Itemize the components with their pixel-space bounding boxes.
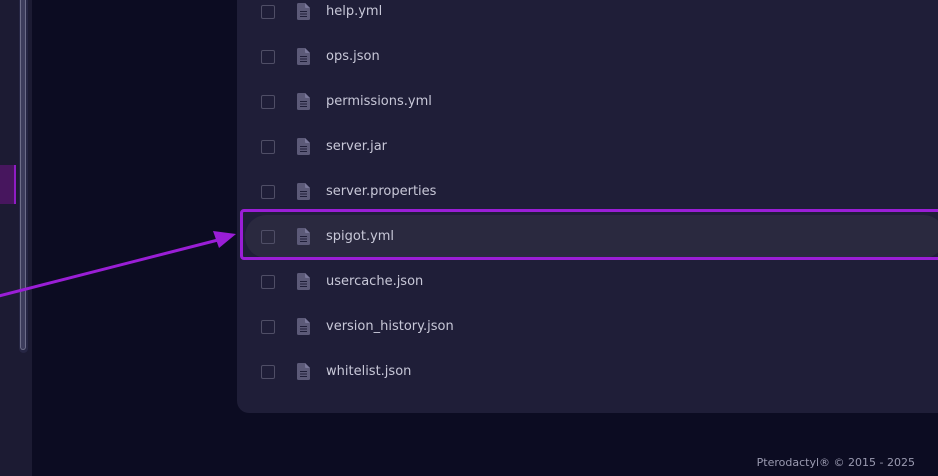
- file-row[interactable]: server.properties: [245, 170, 938, 213]
- file-row[interactable]: permissions.yml: [245, 80, 938, 123]
- file-manager-page: help.yml ops.json permissions.yml server.ja…: [0, 0, 938, 476]
- sidebar-active-item[interactable]: [0, 165, 16, 204]
- file-checkbox[interactable]: [261, 319, 275, 334]
- file-icon: [297, 273, 310, 290]
- footer-second-line: .: [782, 471, 892, 476]
- file-name[interactable]: server.properties: [326, 184, 436, 199]
- file-checkbox[interactable]: [261, 274, 275, 289]
- file-row[interactable]: server.jar: [245, 125, 938, 168]
- file-row[interactable]: usercache.json: [245, 260, 938, 303]
- file-name[interactable]: help.yml: [326, 4, 382, 19]
- file-checkbox[interactable]: [261, 364, 275, 379]
- file-checkbox[interactable]: [261, 49, 275, 64]
- file-row[interactable]: version_history.json: [245, 305, 938, 348]
- file-icon: [297, 318, 310, 335]
- footer-copyright: Pterodactyl® © 2015 - 2025: [756, 456, 915, 469]
- file-icon: [297, 48, 310, 65]
- file-icon: [297, 363, 310, 380]
- sidebar: [0, 0, 32, 476]
- file-checkbox[interactable]: [261, 139, 275, 154]
- file-row[interactable]: whitelist.json: [245, 350, 938, 393]
- file-icon: [297, 183, 310, 200]
- arrow-head: [213, 231, 236, 248]
- file-row[interactable]: ops.json: [245, 35, 938, 78]
- file-row[interactable]: help.yml: [245, 0, 938, 33]
- file-checkbox[interactable]: [261, 4, 275, 19]
- arrow-shaft: [0, 238, 220, 298]
- file-icon: [297, 93, 310, 110]
- file-name[interactable]: server.jar: [326, 139, 387, 154]
- file-name[interactable]: whitelist.json: [326, 364, 411, 379]
- file-name[interactable]: version_history.json: [326, 319, 454, 334]
- file-icon: [297, 3, 310, 20]
- file-icon: [297, 138, 310, 155]
- highlight-box: [240, 209, 938, 260]
- file-checkbox[interactable]: [261, 94, 275, 109]
- file-name[interactable]: permissions.yml: [326, 94, 432, 109]
- file-name[interactable]: usercache.json: [326, 274, 423, 289]
- sidebar-scrollbar[interactable]: [20, 0, 26, 350]
- file-checkbox[interactable]: [261, 184, 275, 199]
- file-name[interactable]: ops.json: [326, 49, 380, 64]
